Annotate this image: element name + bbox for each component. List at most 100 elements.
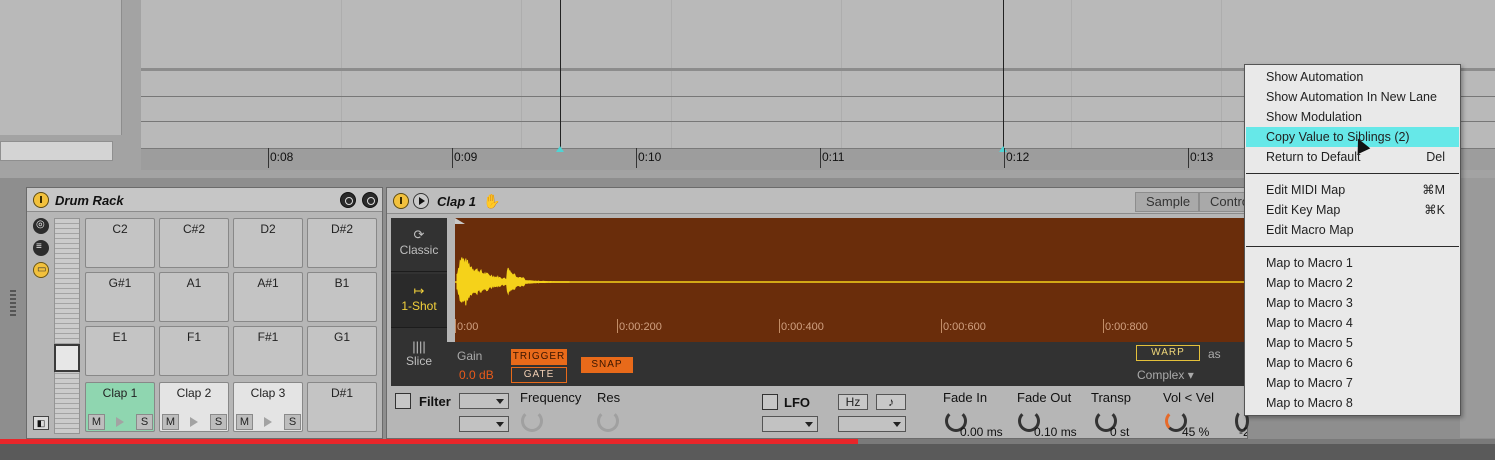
resize-grip-icon[interactable] <box>10 290 16 318</box>
grid-line <box>521 0 522 148</box>
lfo-rate-field[interactable] <box>838 416 906 432</box>
context-menu-item[interactable]: Show Automation <box>1246 67 1459 87</box>
context-menu-item[interactable]: Map to Macro 6 <box>1246 353 1459 373</box>
drum-pad[interactable]: C2 <box>85 218 155 268</box>
snap-button[interactable]: SNAP <box>581 357 633 373</box>
context-menu-item[interactable]: Map to Macro 1 <box>1246 253 1459 273</box>
trigger-button[interactable]: TRIGGER <box>511 349 567 365</box>
drum-pad[interactable]: Clap 3 M S <box>233 382 303 432</box>
drum-pad[interactable]: G#1 <box>85 272 155 322</box>
track-name-field[interactable] <box>0 141 113 161</box>
drum-pad[interactable]: Clap 1MS <box>85 382 155 432</box>
clip-start-line[interactable] <box>1003 0 1004 148</box>
pad-mute-button[interactable]: M <box>162 414 179 430</box>
preview-play-icon[interactable] <box>413 193 429 209</box>
lfo-toggle[interactable] <box>762 394 778 410</box>
device-power-icon[interactable] <box>393 193 409 209</box>
menu-item-label: Edit Key Map <box>1266 203 1341 217</box>
expand-icon[interactable]: ◧ <box>33 416 49 430</box>
drum-pad-label: D2 <box>260 222 276 236</box>
pad-solo-button[interactable]: S <box>284 414 301 430</box>
res-knob[interactable] <box>597 410 619 432</box>
context-menu-item[interactable]: Map to Macro 3 <box>1246 293 1459 313</box>
filter-toggle[interactable] <box>395 393 411 409</box>
mode-classic[interactable]: ⟳ Classic <box>391 218 447 272</box>
drum-pad[interactable]: G1 <box>307 326 377 376</box>
ruler-tick <box>1188 148 1189 168</box>
show-macros-icon[interactable]: ◎ <box>33 218 49 234</box>
context-menu-item[interactable]: Map to Macro 8 <box>1246 393 1459 413</box>
tab-sample[interactable]: Sample <box>1135 192 1199 212</box>
tab-controls[interactable]: Contro <box>1199 192 1249 212</box>
drum-pad[interactable]: E1 <box>85 326 155 376</box>
pad-play-icon[interactable] <box>110 414 130 430</box>
context-menu-item[interactable]: Show Automation In New Lane <box>1246 87 1459 107</box>
drum-pad-label: A#1 <box>257 276 279 290</box>
drum-pad[interactable]: D#2 <box>307 218 377 268</box>
save-preset-icon[interactable] <box>362 192 378 208</box>
pad-play-icon[interactable] <box>184 414 204 430</box>
slice-icon: |||| <box>412 339 426 354</box>
pad-play-icon[interactable] <box>258 414 278 430</box>
gate-button[interactable]: GATE <box>511 367 567 383</box>
warp-mode-select[interactable]: Complex ▾ <box>1137 368 1194 382</box>
show-pads-icon[interactable]: ▭ <box>33 262 49 278</box>
drum-pad[interactable]: D2 <box>233 218 303 268</box>
ruler-tick <box>452 148 453 168</box>
drum-pad[interactable]: F#1 <box>233 326 303 376</box>
mode-slice[interactable]: |||| Slice <box>391 330 447 384</box>
context-menu-item[interactable]: Edit Macro Map <box>1246 220 1459 240</box>
mode-one-shot-label: 1-Shot <box>401 299 437 313</box>
pad-overview[interactable] <box>54 218 80 434</box>
drum-pad[interactable]: A#1 <box>233 272 303 322</box>
drum-rack-title-bar[interactable]: Drum Rack <box>27 188 382 212</box>
context-menu-item[interactable]: Edit MIDI Map ⌘M <box>1246 180 1459 200</box>
drum-pad[interactable]: B1 <box>307 272 377 322</box>
menu-item-shortcut: Del <box>1426 150 1445 164</box>
hot-swap-icon[interactable] <box>340 192 356 208</box>
pad-overview-selection[interactable] <box>54 344 80 372</box>
context-menu-item[interactable]: Show Modulation <box>1246 107 1459 127</box>
menu-item-label: Edit Macro Map <box>1266 223 1354 237</box>
context-menu-item[interactable]: Map to Macro 2 <box>1246 273 1459 293</box>
hand-icon: ✋ <box>483 193 501 209</box>
filter-slope-dropdown[interactable] <box>459 416 509 432</box>
pad-mute-button[interactable]: M <box>236 414 253 430</box>
mode-classic-label: Classic <box>399 243 439 257</box>
pad-controls: MS <box>86 414 156 430</box>
lfo-shape-dropdown[interactable] <box>762 416 818 432</box>
ruler-tick <box>268 148 269 168</box>
lfo-hz-button[interactable]: Hz <box>838 394 868 410</box>
clip-marker[interactable] <box>556 146 564 152</box>
drum-pad-label: Clap 3 <box>250 386 286 400</box>
context-menu-item[interactable]: Return to Default Del <box>1246 147 1459 167</box>
warp-button[interactable]: WARP <box>1136 345 1200 361</box>
start-marker[interactable] <box>455 218 465 224</box>
playback-mode-selector: ⟳ Classic ↦ 1-Shot |||| Slice <box>391 218 447 386</box>
show-chain-list-icon[interactable]: ≡ <box>33 240 49 256</box>
pad-solo-button[interactable]: S <box>136 414 153 430</box>
gain-value[interactable]: 0.0 dB <box>459 368 494 382</box>
drum-pad[interactable]: C#2 <box>159 218 229 268</box>
waveform-time-label: 0:00:600 <box>943 321 986 333</box>
context-menu-item[interactable]: Map to Macro 7 <box>1246 373 1459 393</box>
grid-line <box>1221 0 1222 148</box>
drum-pad[interactable]: A1 <box>159 272 229 322</box>
drum-pad[interactable]: F1 <box>159 326 229 376</box>
context-menu-item[interactable]: Edit Key Map ⌘K <box>1246 200 1459 220</box>
device-power-icon[interactable] <box>33 192 49 208</box>
frequency-knob[interactable] <box>521 410 543 432</box>
pad-solo-button[interactable]: S <box>210 414 227 430</box>
mode-one-shot[interactable]: ↦ 1-Shot <box>391 274 447 328</box>
drum-pad[interactable]: Clap 2MS <box>159 382 229 432</box>
context-menu-item[interactable]: Map to Macro 5 <box>1246 333 1459 353</box>
context-menu-item[interactable]: Map to Macro 4 <box>1246 313 1459 333</box>
drum-pad[interactable]: D#1 <box>307 382 377 432</box>
loop-icon: ⟳ <box>413 227 425 242</box>
simpler-title-bar[interactable]: Clap 1 ✋ Sample Contro <box>387 188 1249 214</box>
simpler-controls: Filter Frequency Res LFO Hz ♪ Fade In 0.… <box>387 388 1249 453</box>
pad-mute-button[interactable]: M <box>88 414 105 430</box>
lfo-sync-button[interactable]: ♪ <box>876 394 906 410</box>
filter-type-dropdown[interactable] <box>459 393 509 409</box>
clip-start-line[interactable] <box>560 0 561 148</box>
